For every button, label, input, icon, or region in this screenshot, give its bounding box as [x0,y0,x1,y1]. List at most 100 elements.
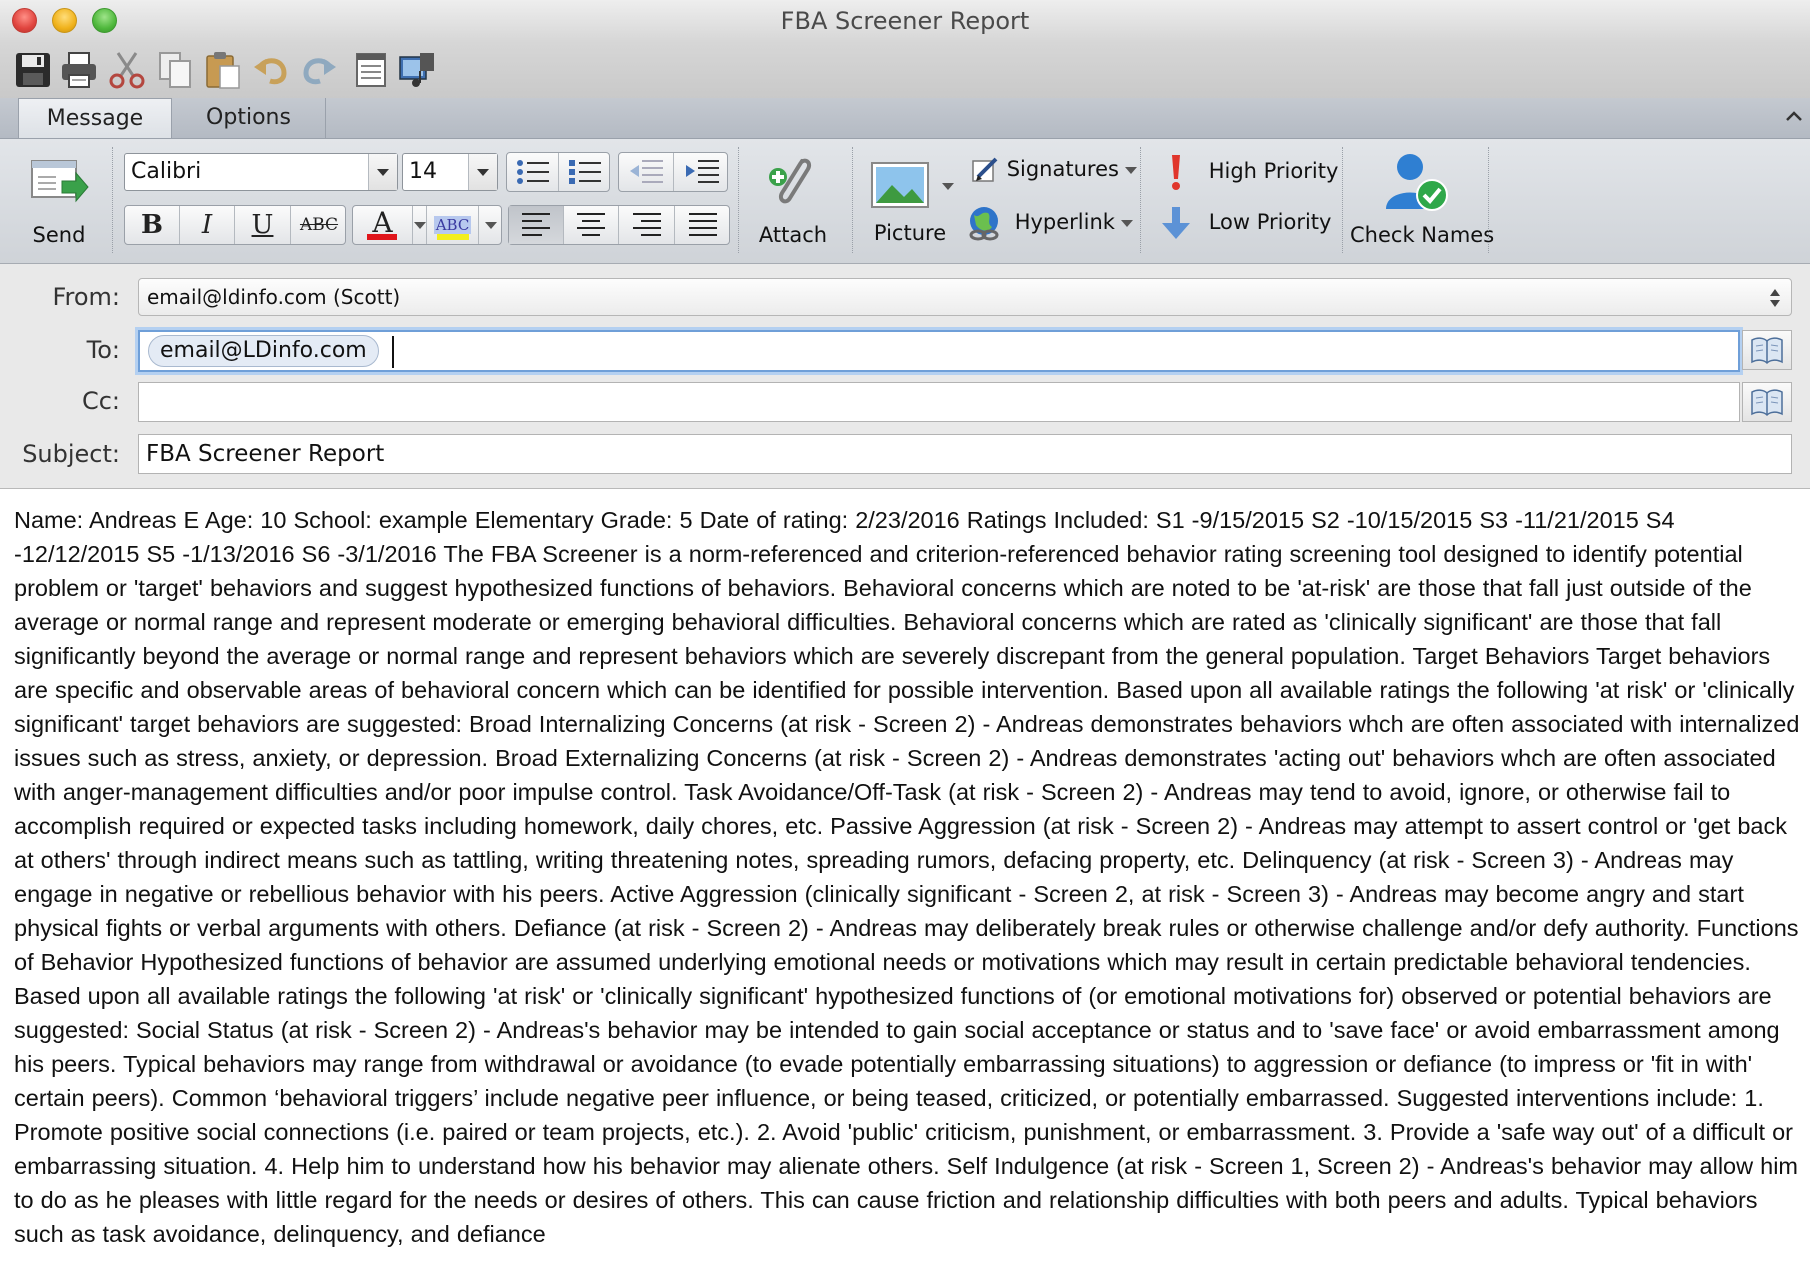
hyperlink-button[interactable]: Hyperlink [966,205,1133,241]
numbered-list-icon [569,160,601,184]
to-label: To: [86,336,120,364]
address-book-icon [1751,337,1783,364]
tab-options[interactable]: Options [172,98,326,138]
cc-label: Cc: [81,387,120,415]
font-name-value: Calibri [131,159,202,184]
message-header-fields: From: email@ldinfo.com (Scott) To: email… [0,264,1810,489]
from-account-select[interactable]: email@ldinfo.com (Scott) [138,278,1792,316]
from-value: email@ldinfo.com (Scott) [147,285,401,309]
send-button[interactable]: Send [14,145,104,257]
bulleted-list-icon [516,160,549,184]
picture-dropdown-icon[interactable] [942,183,954,190]
chevron-down-icon [1120,219,1133,227]
save-icon[interactable] [12,49,54,91]
copy-icon[interactable] [154,49,196,91]
ribbon-separator [1140,147,1142,253]
to-field[interactable]: email@LDinfo.com [138,330,1740,372]
low-priority-label: Low Priority [1208,210,1332,234]
up-down-arrows-icon [1770,289,1780,307]
signature-pen-icon [972,157,998,182]
send-label: Send [32,223,86,247]
list-button-group [506,152,610,192]
check-names-button[interactable]: Check Names [1350,145,1495,257]
justify-button[interactable] [675,206,731,244]
recipient-chip[interactable]: email@LDinfo.com [148,335,379,367]
align-right-button[interactable] [619,206,675,244]
form-icon[interactable] [350,49,392,91]
justify-icon [689,213,717,236]
globe-link-icon [969,207,999,241]
send-icon [31,160,89,203]
high-priority-label: High Priority [1208,159,1339,183]
bold-button[interactable]: B [125,206,180,244]
highlight-color-swatch [437,234,469,240]
attach-label: Attach [758,223,828,247]
signatures-button[interactable]: Signatures [970,155,1137,185]
tab-message[interactable]: Message [18,98,172,138]
font-size-value: 14 [409,159,437,184]
print-icon[interactable] [58,49,100,91]
exclamation-icon [1172,155,1180,190]
cc-field[interactable] [138,382,1740,422]
font-size-select[interactable]: 14 [402,153,498,191]
hyperlink-label: Hyperlink [1014,210,1115,234]
chevron-down-icon[interactable] [468,154,497,190]
high-priority-button[interactable]: High Priority [1162,153,1338,191]
address-book-button[interactable] [1742,330,1792,370]
low-priority-button[interactable]: Low Priority [1160,205,1331,241]
font-name-select[interactable]: Calibri [124,153,398,191]
ribbon-separator [738,147,740,253]
color-button-group: A ABC [352,205,502,245]
cc-address-book-button[interactable] [1742,382,1792,422]
bulleted-list-button[interactable] [507,153,559,191]
from-label: From: [52,283,120,311]
undo-icon[interactable] [250,49,292,91]
italic-button[interactable]: I [180,206,235,244]
quick-access-toolbar [0,43,1810,98]
ribbon-separator [1488,147,1490,253]
highlight-dropdown[interactable] [479,206,503,244]
font-color-swatch [367,234,397,240]
redo-icon[interactable] [298,49,340,91]
chevron-down-icon [1124,166,1137,174]
font-color-button[interactable]: A [353,206,413,244]
alignment-group [508,205,730,245]
attach-button[interactable]: Attach [748,145,838,257]
collapse-ribbon-icon[interactable] [1784,106,1804,126]
title-bar: FBA Screener Report [0,0,1810,43]
paperclip-icon [769,158,811,204]
down-arrow-icon [1162,207,1190,239]
cut-icon[interactable] [106,49,148,91]
picture-label: Picture [873,221,947,245]
paste-icon[interactable] [202,49,244,91]
strikethrough-button[interactable]: ABC [291,206,347,244]
underline-button[interactable]: U [235,206,291,244]
increase-indent-button[interactable] [674,153,729,191]
increase-indent-icon [685,160,719,183]
media-browser-icon[interactable] [396,49,438,91]
ribbon-separator [852,147,854,253]
person-check-icon [1386,154,1448,211]
address-book-icon [1751,389,1783,416]
highlight-button[interactable]: ABC [427,206,479,244]
signatures-label: Signatures [1006,157,1119,181]
align-left-button[interactable] [509,206,564,244]
message-body[interactable]: Name: Andreas E Age: 10 School: example … [14,503,1804,1251]
window-title: FBA Screener Report [780,7,1030,35]
subject-field[interactable]: FBA Screener Report [138,434,1792,474]
align-center-button[interactable] [564,206,619,244]
check-names-label: Check Names [1350,223,1495,247]
subject-label: Subject: [22,440,120,468]
text-cursor [392,336,394,368]
align-right-icon [632,213,661,236]
picture-button[interactable]: Picture [862,145,958,257]
align-left-icon [522,213,550,236]
highlight-glyph: ABC [433,216,472,234]
ribbon-tab-strip: Message Options [0,98,1810,139]
font-color-dropdown[interactable] [413,206,427,244]
decrease-indent-icon [630,160,663,183]
chevron-down-icon[interactable] [368,154,397,190]
numbered-list-button[interactable] [559,153,611,191]
ribbon-separator [112,147,114,253]
decrease-indent-button[interactable] [619,153,674,191]
